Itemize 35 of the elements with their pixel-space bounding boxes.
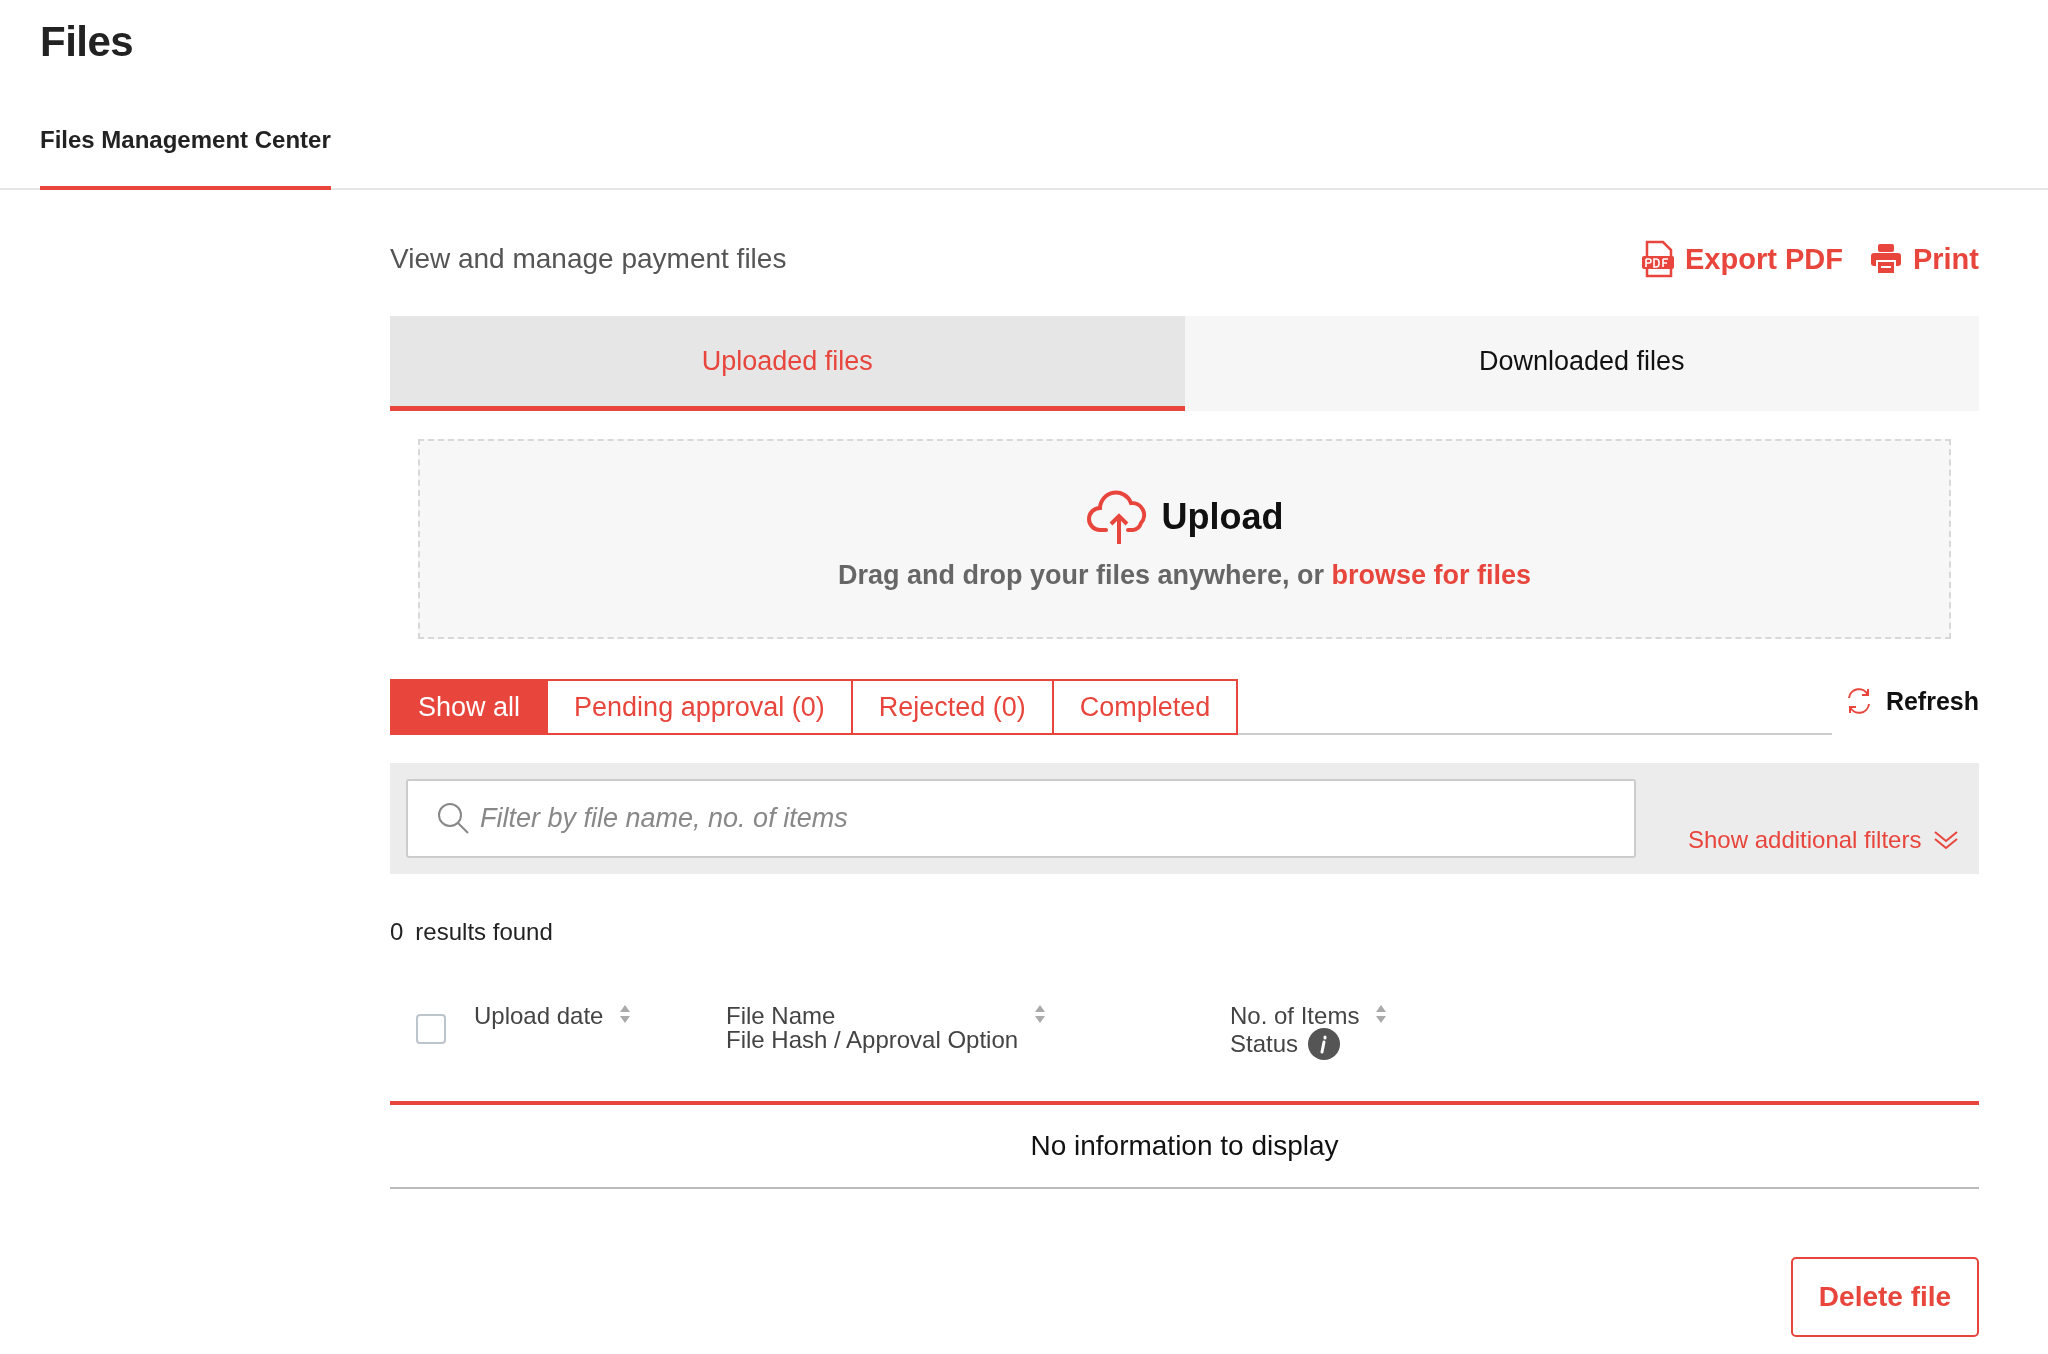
page-title: Files [40, 18, 135, 66]
upload-instructions: Drag and drop your files anywhere, or browse for files [837, 559, 1532, 591]
sort-icon[interactable] [619, 1004, 632, 1024]
column-heading: File Name [726, 1004, 836, 1028]
column-heading: No. of Items [1230, 1004, 1360, 1028]
status-filter-tab[interactable]: Show all [390, 679, 549, 735]
status-filter-tab[interactable]: Completed [1051, 679, 1239, 735]
search-field[interactable]: Filter by file name, no. of items [406, 779, 1636, 858]
print-link[interactable]: Print [1868, 240, 1979, 278]
column-heading: Status [1230, 1032, 1299, 1056]
export-pdf-link[interactable]: Export PDF [1641, 240, 1843, 278]
status-filter-tab[interactable]: Rejected (0) [850, 679, 1054, 735]
results-count: 0 [390, 918, 404, 946]
empty-message: No information to display [390, 1105, 1979, 1189]
column-heading: Upload date [474, 1004, 604, 1028]
sort-icon[interactable] [1034, 1004, 1047, 1024]
info-icon[interactable] [1308, 1028, 1341, 1060]
additional-filters-link[interactable]: Show additional filters [1688, 826, 1960, 854]
upload-dropzone[interactable]: Upload Drag and drop your files anywhere, or browse for files [418, 439, 1951, 639]
nav-tab[interactable]: Files Management Center [40, 126, 331, 190]
printer-icon [1868, 242, 1903, 276]
file-tab[interactable]: Downloaded files [1184, 316, 1979, 411]
file-tab[interactable]: Uploaded files [390, 316, 1185, 411]
refresh-button[interactable]: Refresh [1831, 686, 1979, 728]
status-filter-tab[interactable]: Pending approval (0) [546, 679, 853, 735]
upload-title: Upload [1161, 495, 1284, 538]
delete-file-button[interactable]: Delete file [1791, 1257, 1979, 1337]
sort-icon[interactable] [1375, 1004, 1388, 1024]
double-chevron-down-icon [1933, 830, 1960, 850]
browse-files-link[interactable]: browse for files [1331, 559, 1532, 590]
pdf-file-icon [1641, 240, 1676, 278]
page-subtitle: View and manage payment files [390, 243, 787, 275]
results-label: results found [415, 918, 553, 946]
column-heading: File Hash / Approval Option [726, 1028, 1019, 1052]
select-all-checkbox[interactable] [416, 1014, 446, 1044]
